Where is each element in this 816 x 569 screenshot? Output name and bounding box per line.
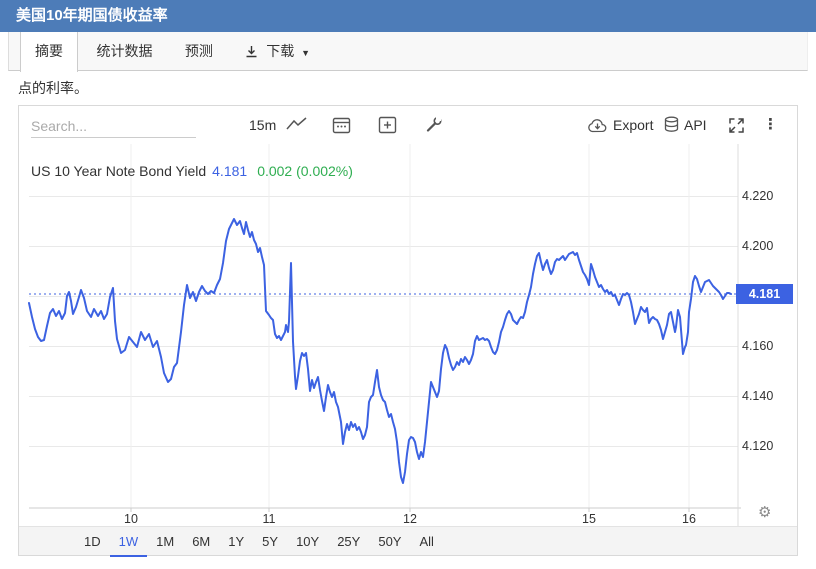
fullscreen-icon[interactable] <box>728 117 745 139</box>
tab-download[interactable]: 下载 ▼ <box>231 32 324 72</box>
tab-forecast-label: 预测 <box>185 43 213 59</box>
x-axis-label: 11 <box>249 512 289 526</box>
period-button-1y[interactable]: 1Y <box>219 527 253 556</box>
chevron-down-icon: ▼ <box>301 48 310 58</box>
export-label: Export <box>613 117 653 133</box>
price-change: 0.002 (0.002%) <box>257 163 353 179</box>
add-compare-icon[interactable] <box>378 116 397 139</box>
chart-legend: US 10 Year Note Bond Yield 4.181 0.002 (0.… <box>31 163 353 179</box>
y-axis-label: 4.120 <box>742 439 794 453</box>
page-title: 美国10年期国债收益率 <box>0 0 816 32</box>
tab-statistics-label: 统计数据 <box>96 43 152 59</box>
api-label: API <box>684 117 707 133</box>
y-axis-label: 4.200 <box>742 239 794 253</box>
tab-bar: 摘要 统计数据 预测 下载 ▼ <box>8 32 808 71</box>
tab-statistics[interactable]: 统计数据 <box>82 32 166 72</box>
last-price: 4.181 <box>212 163 247 179</box>
tab-summary-label: 摘要 <box>35 43 63 59</box>
x-axis-label: 16 <box>669 512 709 526</box>
app-header: 美国10年期国债收益率 <box>0 0 816 32</box>
period-button-all[interactable]: All <box>410 527 442 556</box>
period-button-1m[interactable]: 1M <box>147 527 183 556</box>
api-button[interactable]: API <box>664 106 707 144</box>
period-button-1w[interactable]: 1W <box>110 528 148 557</box>
tab-summary[interactable]: 摘要 <box>20 32 78 72</box>
interval-button[interactable]: 15m <box>249 106 276 144</box>
period-button-50y[interactable]: 50Y <box>369 527 410 556</box>
series-line <box>29 219 731 483</box>
x-axis-label: 12 <box>390 512 430 526</box>
database-icon <box>664 116 679 133</box>
search-input[interactable] <box>31 114 196 138</box>
tab-forecast[interactable]: 预测 <box>171 32 227 72</box>
series-name: US 10 Year Note Bond Yield <box>31 163 206 179</box>
y-axis-label: 4.140 <box>742 389 794 403</box>
period-selector: 1D1W1M6M1Y5Y10Y25Y50YAll <box>19 526 797 555</box>
y-axis-label: 4.160 <box>742 339 794 353</box>
tab-download-label: 下载 <box>266 43 294 59</box>
period-button-10y[interactable]: 10Y <box>287 527 328 556</box>
x-axis-label: 10 <box>111 512 151 526</box>
intro-text: 点的利率。 <box>18 78 88 98</box>
x-axis-label: 15 <box>569 512 609 526</box>
period-button-25y[interactable]: 25Y <box>328 527 369 556</box>
kebab-menu-icon[interactable]: ⋮ <box>763 106 778 144</box>
wrench-icon[interactable] <box>424 116 443 139</box>
gear-icon[interactable]: ⚙ <box>758 503 771 521</box>
cloud-export-icon <box>587 118 608 134</box>
period-button-6m[interactable]: 6M <box>183 527 219 556</box>
chart-widget: 15m Export API ⋮ US 10 Year Note Bond Yi… <box>18 105 798 556</box>
calendar-icon[interactable] <box>332 116 351 139</box>
current-value-badge: 4.181 <box>736 284 793 304</box>
export-button[interactable]: Export <box>587 106 653 144</box>
y-axis-label: 4.220 <box>742 189 794 203</box>
period-button-5y[interactable]: 5Y <box>253 527 287 556</box>
chart-canvas[interactable] <box>19 144 797 529</box>
period-button-1d[interactable]: 1D <box>75 527 110 556</box>
line-chart-icon[interactable] <box>286 116 308 137</box>
download-icon <box>245 34 258 73</box>
